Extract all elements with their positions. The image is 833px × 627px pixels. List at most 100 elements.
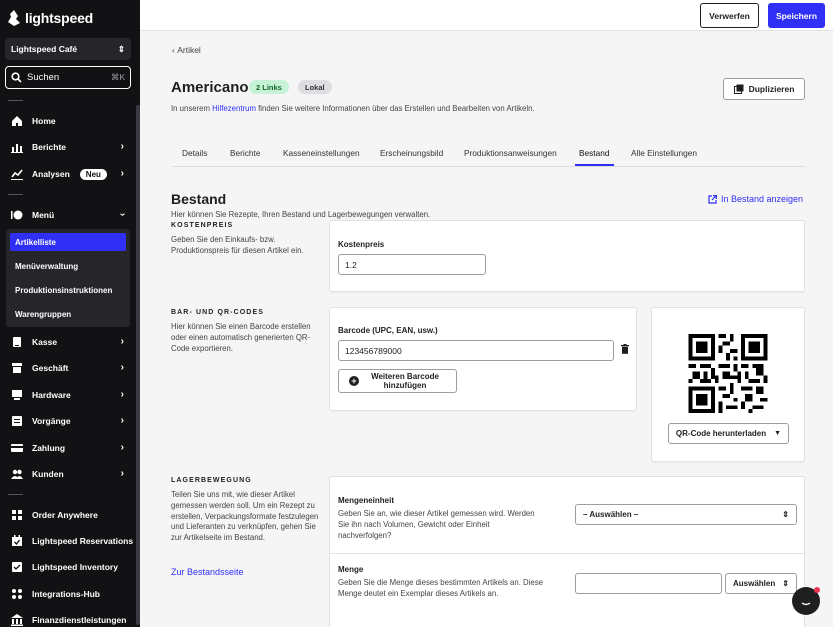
business-icon [10, 361, 24, 375]
sidebar-item-analysen[interactable]: Analysen Neu › [0, 164, 136, 184]
tab-bar: Details Berichte Kasseneinstellungen Ers… [172, 145, 805, 167]
sidebar-item-home[interactable]: Home [0, 111, 136, 131]
chat-button[interactable] [792, 587, 820, 615]
sidebar-item-berichte[interactable]: Berichte › [0, 137, 136, 157]
quantity-description: Geben Sie die Menge dieses bestimmten Ar… [338, 578, 543, 598]
menu-icon [10, 208, 24, 222]
operations-icon [10, 414, 24, 428]
back-link[interactable]: ‹ Artikel [172, 45, 201, 55]
chevron-right-icon: › [120, 336, 124, 347]
chevron-right-icon: › [120, 362, 124, 373]
qr-download-label: QR-Code herunterladen [675, 429, 767, 438]
register-icon [10, 335, 24, 349]
sidebar-item-zahlung[interactable]: Zahlung › [0, 438, 136, 458]
search-shortcut: ⌘K [110, 72, 125, 82]
tab-erscheinungsbild[interactable]: Erscheinungsbild [380, 148, 443, 158]
cost-input[interactable]: 1.2 [338, 254, 486, 275]
updown-icon: ⇕ [117, 43, 125, 54]
duplicate-icon [733, 84, 744, 94]
chevron-right-icon: › [120, 168, 124, 179]
sidebar-item-label: Lightspeed Reservations [32, 536, 134, 546]
section-subtitle: Hier können Sie Rezepte, Ihren Bestand u… [171, 210, 431, 219]
tab-produktionsanweisungen[interactable]: Produktionsanweisungen [464, 148, 557, 158]
sidebar: lightspeed Lightspeed Café ⇕ Suchen ⌘K H… [0, 0, 140, 627]
submenu-item-artikelliste[interactable]: Artikelliste [10, 233, 126, 251]
chevron-right-icon: › [120, 468, 124, 479]
external-link-icon [708, 194, 717, 204]
trash-icon[interactable] [621, 344, 629, 357]
row-divider [330, 553, 804, 554]
add-barcode-label: Weiteren Barcode hinzufügen [371, 372, 439, 390]
save-button[interactable]: Speichern [768, 3, 825, 28]
cost-card: Kostenpreis 1.2 [329, 220, 805, 292]
search-button[interactable]: Suchen ⌘K [5, 66, 131, 89]
to-stock-page-link[interactable]: Zur Bestandsseite [171, 567, 244, 577]
view-in-stock-label: In Bestand anzeigen [721, 194, 804, 204]
submenu-item-menueverwaltung[interactable]: Menüverwaltung [10, 257, 126, 275]
sidebar-item-menu[interactable]: Menü › [0, 205, 136, 225]
tab-alle-einstellungen[interactable]: Alle Einstellungen [631, 148, 697, 158]
tab-berichte[interactable]: Berichte [230, 148, 260, 158]
help-suffix: finden Sie weitere Informationen über da… [255, 104, 535, 113]
qr-download-dropdown[interactable]: QR-Code herunterladen ▼ [668, 423, 789, 444]
notification-dot [814, 587, 820, 593]
sidebar-item-vorgaenge[interactable]: Vorgänge › [0, 411, 136, 431]
chevron-right-icon: › [120, 415, 124, 426]
quantity-unit-select[interactable]: Auswählen ⇕ [725, 573, 797, 594]
sidebar-item-reservations[interactable]: Lightspeed Reservations [0, 531, 136, 551]
sidebar-item-label: Home [32, 116, 56, 126]
tab-bestand[interactable]: Bestand [579, 148, 609, 158]
discard-button[interactable]: Verwerfen [700, 3, 759, 28]
sidebar-item-label: Order Anywhere [32, 510, 98, 520]
sidebar-item-hardware[interactable]: Hardware › [0, 385, 136, 405]
sidebar-item-order-anywhere[interactable]: Order Anywhere [0, 505, 136, 525]
unit-description: Geben Sie an, wie dieser Artikel gemesse… [338, 509, 535, 540]
search-label: Suchen [27, 72, 60, 83]
duplicate-button[interactable]: Duplizieren [723, 78, 805, 100]
help-prefix: In unserem [171, 104, 213, 113]
tab-kasseneinstellungen[interactable]: Kasseneinstellungen [283, 148, 360, 158]
chat-icon [801, 602, 811, 606]
section-title: Bestand [171, 191, 227, 207]
store-selector[interactable]: Lightspeed Café ⇕ [5, 38, 131, 60]
sidebar-item-kunden[interactable]: Kunden › [0, 464, 136, 484]
sidebar-scrollbar[interactable] [136, 105, 140, 625]
sidebar-item-integrations[interactable]: Integrations-Hub [0, 584, 136, 604]
sidebar-item-geschaeft[interactable]: Geschäft › [0, 358, 136, 378]
lightspeed-logo[interactable]: lightspeed [7, 9, 93, 27]
hardware-icon [10, 388, 24, 402]
cost-label: Kostenpreis [338, 240, 385, 249]
sidebar-item-label: Berichte [32, 142, 67, 152]
add-barcode-button[interactable]: + Weiteren Barcode hinzufügen [338, 369, 457, 393]
tab-details[interactable]: Details [182, 148, 207, 158]
chevron-right-icon: › [120, 141, 124, 152]
view-in-stock-link[interactable]: In Bestand anzeigen [708, 194, 803, 204]
cost-caption: KOSTENPREIS [171, 222, 234, 229]
sidebar-item-kasse[interactable]: Kasse › [0, 332, 136, 352]
barcode-label: Barcode (UPC, EAN, usw.) [338, 326, 438, 335]
movement-card: Mengeneinheit Geben Sie an, wie dieser A… [329, 476, 805, 627]
qr-code-image [688, 334, 768, 413]
unit-select-value: – Auswählen – [583, 510, 639, 519]
barcode-description: Hier können Sie einen Barcode erstellen … [171, 322, 311, 353]
caret-down-icon: ▼ [774, 430, 782, 437]
submenu-item-warengruppen[interactable]: Warengruppen [10, 305, 126, 323]
sidebar-item-label: Zahlung [32, 443, 66, 453]
barcode-caption: BAR- UND QR-CODES [171, 309, 264, 316]
submenu-item-produktionsinstruktionen[interactable]: Produktionsinstruktionen [10, 281, 126, 299]
quantity-input[interactable] [575, 573, 722, 594]
help-center-link[interactable]: Hilfezentrum [212, 104, 256, 113]
sidebar-item-finanz[interactable]: Finanzdienstleistungen [0, 610, 136, 627]
divider [8, 494, 23, 495]
quantity-unit-value: Auswählen [733, 579, 776, 588]
new-badge: Neu [79, 168, 107, 180]
sidebar-item-inventory[interactable]: Lightspeed Inventory [0, 557, 136, 577]
links-badge[interactable]: 2 Links [249, 80, 289, 94]
payment-icon [10, 441, 24, 455]
barcode-input[interactable]: 123456789000 [338, 340, 614, 361]
active-tab-indicator [575, 164, 614, 166]
inventory-icon [10, 560, 24, 574]
qr-card: QR-Code herunterladen ▼ [651, 307, 805, 462]
unit-select[interactable]: – Auswählen – ⇕ [575, 504, 797, 525]
plus-icon: + [349, 376, 359, 386]
